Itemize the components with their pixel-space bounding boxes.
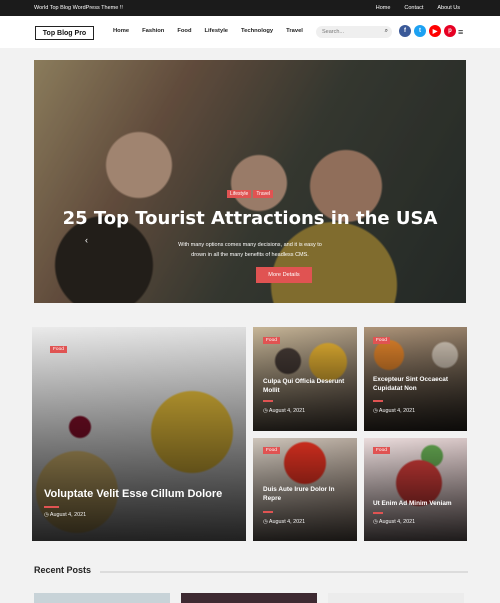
card-date: ◷ August 4, 2021 (373, 519, 416, 525)
featured-card-2[interactable]: Food Culpa Qui Officia Deserunt Mollit ◷… (253, 327, 357, 431)
category-badge[interactable]: Food (263, 337, 280, 344)
category-badge[interactable]: Food (373, 337, 390, 344)
hero-tag-lifestyle[interactable]: Lifestyle (226, 190, 252, 198)
facebook-icon[interactable]: f (399, 25, 411, 37)
recent-post-thumb-1[interactable] (34, 593, 170, 603)
hero-tag-travel[interactable]: Travel (253, 190, 274, 198)
nav-item-travel[interactable]: Travel (286, 28, 303, 34)
card-divider (263, 400, 273, 402)
site-tagline: World Top Blog WordPress Theme !! (34, 5, 123, 11)
card-divider (373, 400, 383, 402)
recent-posts-divider (100, 571, 468, 573)
card-title[interactable]: Ut Enim Ad Minim Veniam (373, 500, 461, 509)
card-divider (263, 511, 273, 513)
featured-card-5[interactable]: Food Ut Enim Ad Minim Veniam ◷ August 4,… (364, 438, 467, 541)
card-divider (44, 506, 59, 508)
pinterest-icon[interactable]: p (444, 25, 456, 37)
top-links: Home Contact About Us (376, 5, 460, 11)
top-bar: World Top Blog WordPress Theme !! Home C… (0, 0, 500, 16)
site-logo[interactable]: Top Blog Pro (35, 26, 94, 40)
nav-item-fashion[interactable]: Fashion (142, 28, 164, 34)
top-link-contact[interactable]: Contact (404, 5, 423, 11)
hero-overlay (34, 60, 466, 303)
top-link-about[interactable]: About Us (437, 5, 460, 11)
category-badge[interactable]: Food (373, 447, 390, 454)
search-icon[interactable]: ⌕ (385, 28, 388, 35)
recent-post-thumb-2[interactable] (181, 593, 317, 603)
nav-item-technology[interactable]: Technology (241, 28, 273, 34)
card-title[interactable]: Duis Aute Irure Dolor In Repre (263, 486, 351, 503)
social-links: f t ▶ p (399, 25, 456, 37)
main-nav: Home Fashion Food Lifestyle Technology T… (113, 28, 303, 34)
category-badge[interactable]: Food (50, 346, 67, 353)
card-date: ◷ August 4, 2021 (263, 408, 306, 414)
card-date: ◷ August 4, 2021 (263, 519, 306, 525)
card-title[interactable]: Excepteur Sint Occaecat Cupidatat Non (373, 376, 461, 393)
twitter-icon[interactable]: t (414, 25, 426, 37)
recent-post-thumb-3[interactable] (328, 593, 464, 603)
card-title[interactable]: Culpa Qui Officia Deserunt Mollit (263, 378, 353, 395)
youtube-icon[interactable]: ▶ (429, 25, 441, 37)
card-title[interactable]: Voluptate Velit Esse Cillum Dolore (44, 487, 234, 502)
card-date: ◷ August 4, 2021 (373, 408, 416, 414)
hero-title[interactable]: 25 Top Tourist Attractions in the USA (34, 208, 466, 229)
recent-posts-title: Recent Posts (34, 565, 92, 575)
nav-item-food[interactable]: Food (177, 28, 191, 34)
nav-item-home[interactable]: Home (113, 28, 129, 34)
card-overlay (32, 327, 246, 541)
featured-card-4[interactable]: Food Duis Aute Irure Dolor In Repre ◷ Au… (253, 438, 357, 541)
search-input[interactable]: Search... ⌕ (316, 26, 392, 38)
hero-slider: Lifestyle Travel 25 Top Tourist Attracti… (34, 60, 466, 303)
featured-card-3[interactable]: Food Excepteur Sint Occaecat Cupidatat N… (364, 327, 467, 431)
featured-card-large[interactable]: Food Voluptate Velit Esse Cillum Dolore … (32, 327, 246, 541)
card-date: ◷ August 4, 2021 (44, 512, 87, 518)
card-divider (373, 512, 383, 514)
top-link-home[interactable]: Home (376, 5, 391, 11)
hero-description: With many options comes many decisions, … (178, 242, 322, 258)
more-details-button[interactable]: More Details (256, 267, 312, 283)
nav-item-lifestyle[interactable]: Lifestyle (205, 28, 229, 34)
menu-icon[interactable]: ≡ (458, 28, 463, 37)
previous-arrow-icon[interactable]: ‹ (85, 235, 88, 245)
category-badge[interactable]: Food (263, 447, 280, 454)
search-placeholder: Search... (322, 29, 345, 35)
hero-tags: Lifestyle Travel (34, 190, 466, 198)
site-header: Top Blog Pro Home Fashion Food Lifestyle… (0, 16, 500, 48)
